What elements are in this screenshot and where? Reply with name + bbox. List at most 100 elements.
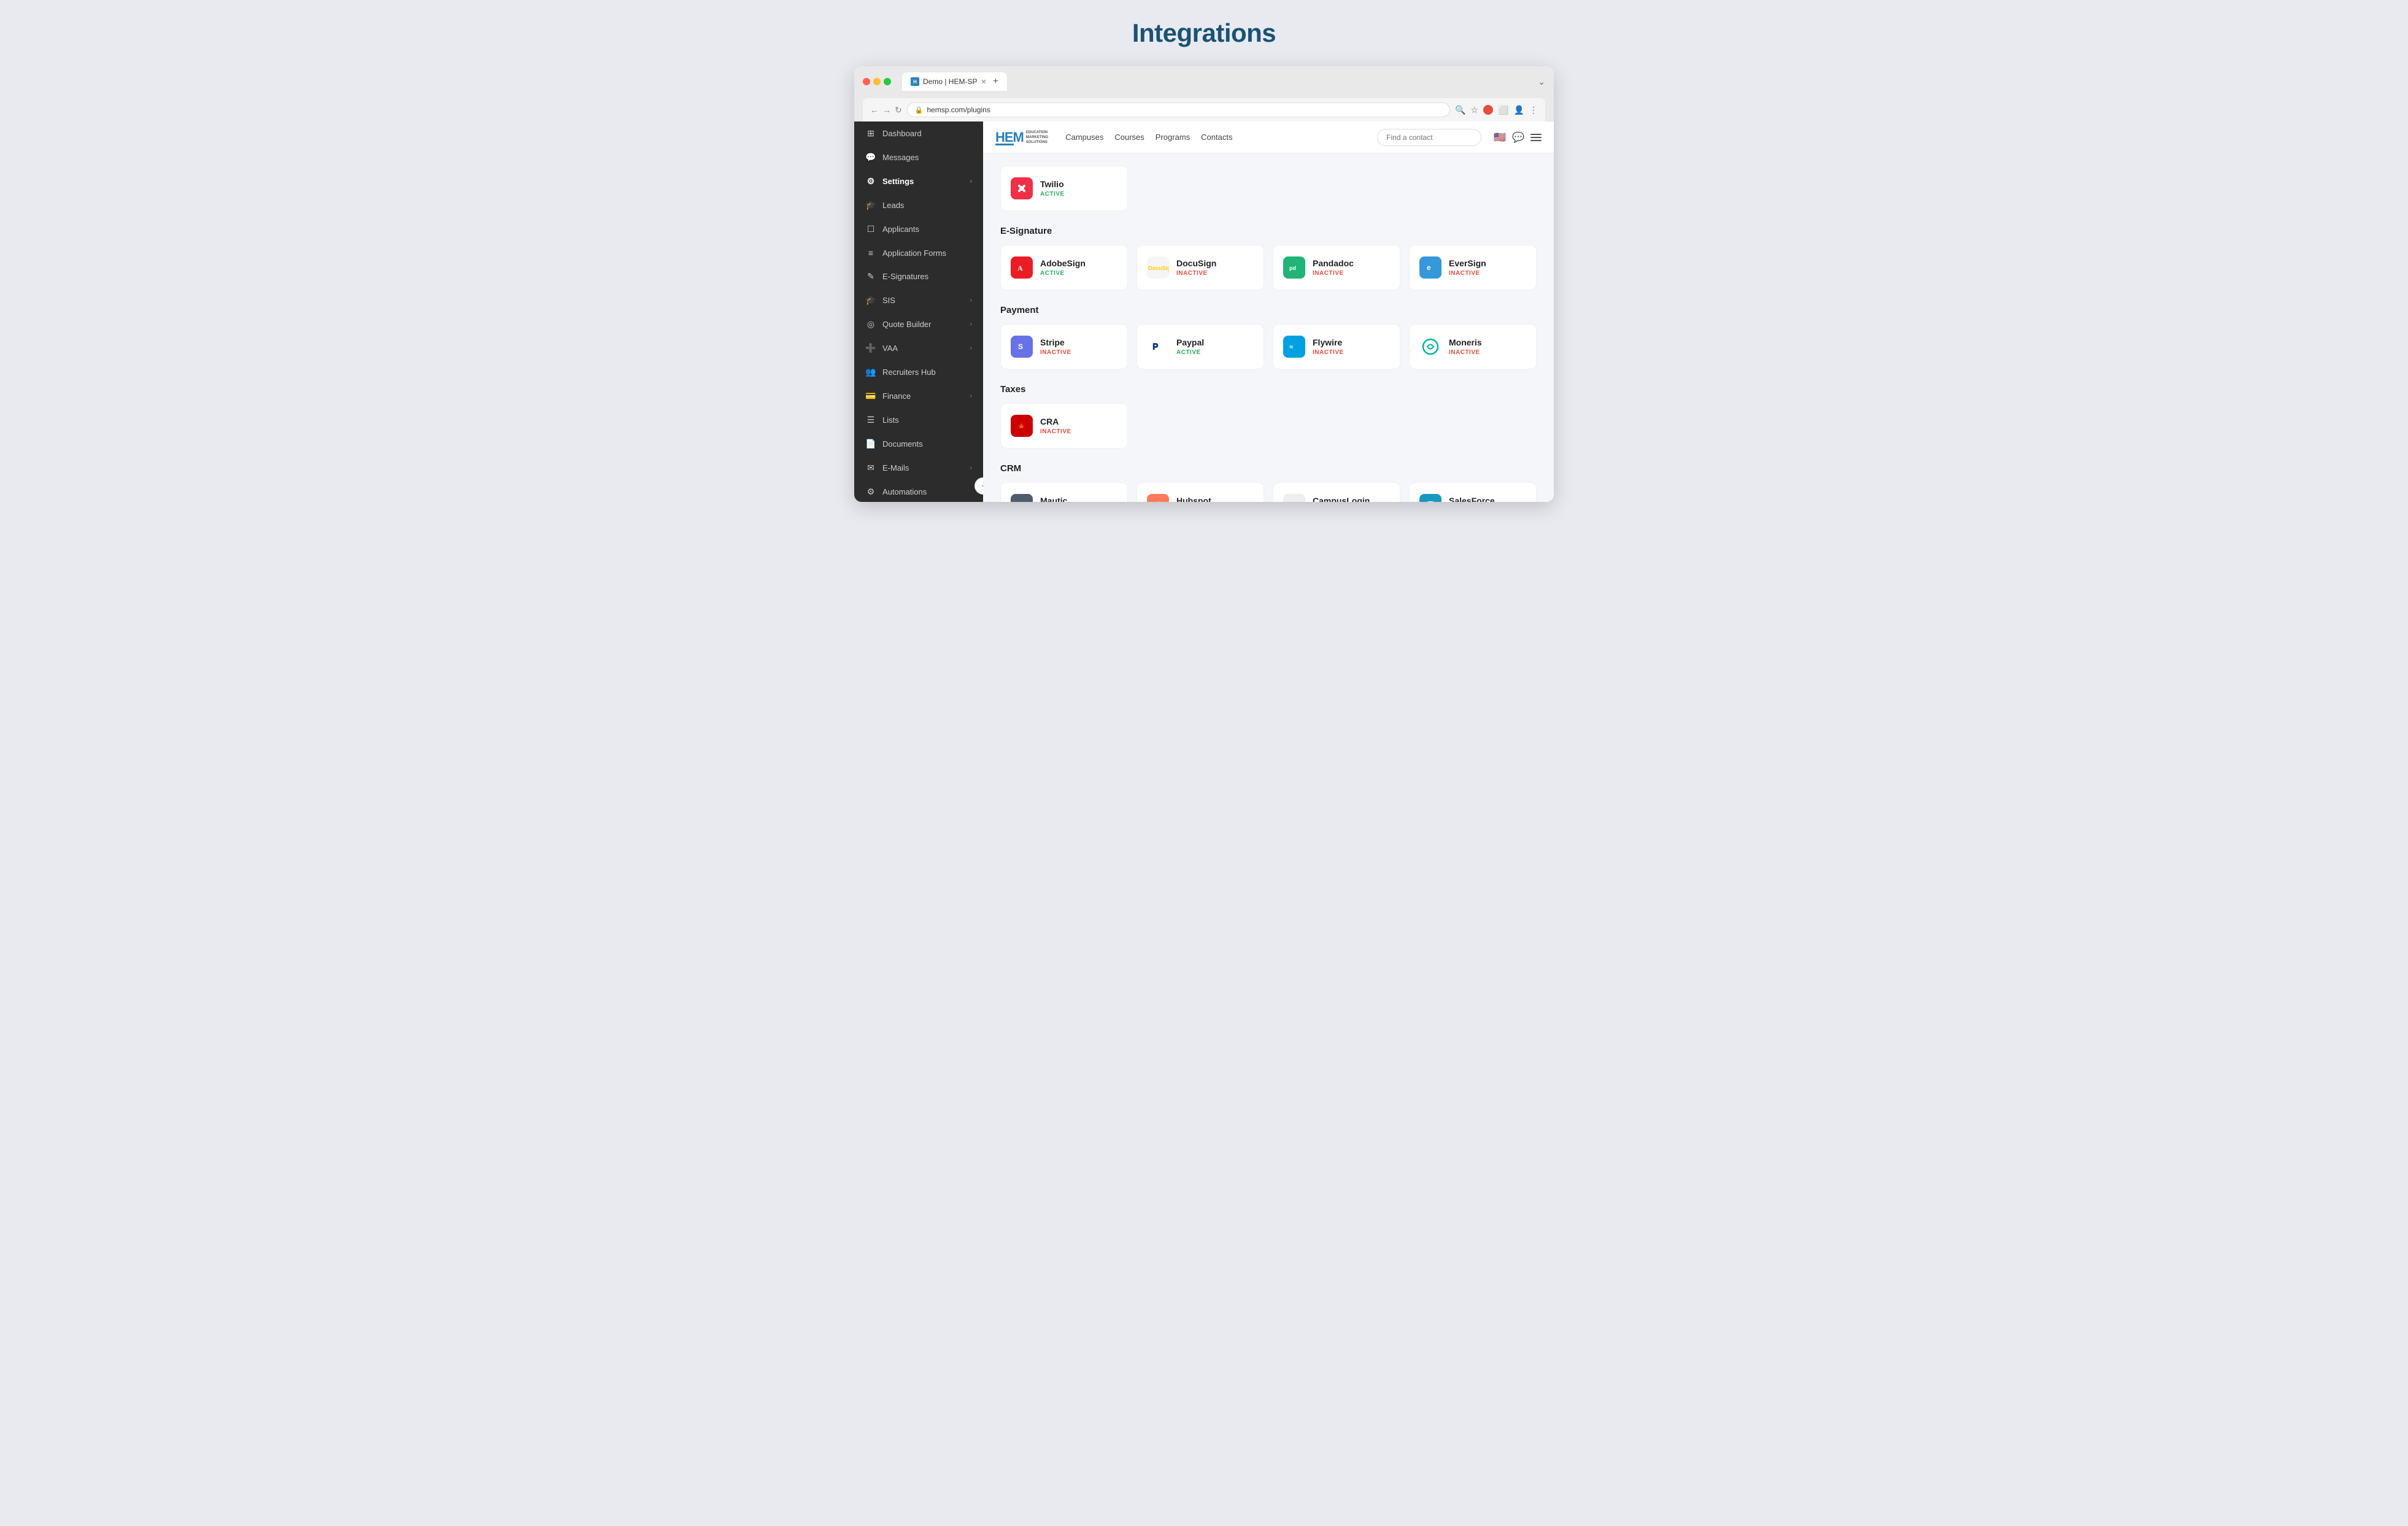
docusign-info: DocuSign INACTIVE: [1176, 258, 1216, 277]
refresh-button[interactable]: ↻: [895, 105, 902, 115]
card-docusign[interactable]: DocuSign DocuSign INACTIVE: [1136, 245, 1264, 290]
sidebar-item-vaa[interactable]: ➕ VAA ›: [854, 336, 983, 360]
card-salesforce[interactable]: SalesForce INACTIVE: [1409, 482, 1537, 502]
card-campuslogin[interactable]: campus CampusLogin INACTIVE: [1273, 482, 1400, 502]
nav-courses[interactable]: Courses: [1114, 133, 1144, 142]
sidebar-item-leads[interactable]: 🎓 Leads: [854, 193, 983, 217]
sidebar-label-vaa: VAA: [882, 344, 898, 353]
sidebar-item-application-forms[interactable]: ≡ Application Forms: [854, 241, 983, 264]
sidebar-item-e-mails[interactable]: ✉ E-Mails ›: [854, 456, 983, 480]
address-bar[interactable]: 🔒 hemsp.com/plugins: [907, 102, 1450, 117]
moneris-logo: [1419, 336, 1441, 358]
applicants-icon: ☐: [865, 224, 876, 234]
content-area: Twilio ACTIVE E-Signature A: [983, 153, 1554, 502]
paypal-status: ACTIVE: [1176, 349, 1204, 356]
e-mails-arrow: ›: [970, 464, 972, 471]
tab-label: Demo | HEM-SP: [923, 77, 977, 86]
sidebar-item-messages[interactable]: 💬 Messages: [854, 145, 983, 169]
maximize-dot[interactable]: [884, 78, 891, 85]
quote-builder-arrow: ›: [970, 321, 972, 328]
extensions-icon[interactable]: ⬜: [1498, 105, 1508, 115]
chat-icon[interactable]: 💬: [1512, 131, 1524, 144]
adobesign-name: AdobeSign: [1040, 258, 1086, 268]
sidebar-item-finance[interactable]: 💳 Finance ›: [854, 384, 983, 408]
leads-icon: 🎓: [865, 200, 876, 210]
browser-tab[interactable]: H Demo | HEM-SP ✕ +: [902, 72, 1007, 91]
sidebar-item-applicants[interactable]: ☐ Applicants: [854, 217, 983, 241]
sidebar-label-finance: Finance: [882, 391, 911, 401]
sidebar-item-recruiters-hub[interactable]: 👥 Recruiters Hub: [854, 360, 983, 384]
vaa-arrow: ›: [970, 345, 972, 352]
hubspot-logo: [1147, 494, 1169, 502]
hamburger-line-1: [1530, 134, 1542, 135]
campuslogin-name: CampusLogin: [1313, 496, 1370, 502]
sidebar-item-lists[interactable]: ☰ Lists: [854, 408, 983, 432]
svg-text:S: S: [1018, 342, 1023, 351]
back-button[interactable]: ←: [870, 105, 879, 115]
sidebar-item-documents[interactable]: 📄 Documents: [854, 432, 983, 456]
menu-icon[interactable]: ⋮: [1529, 105, 1538, 115]
main-content: HEM EDUCATION MARKETING SOLUTIONS Campus…: [983, 121, 1554, 502]
sidebar-item-quote-builder[interactable]: ◎ Quote Builder ›: [854, 312, 983, 336]
paypal-logo: 𝐏: [1147, 336, 1169, 358]
sidebar-item-dashboard[interactable]: ⊞ Dashboard: [854, 121, 983, 145]
tab-close-button[interactable]: ✕: [981, 78, 986, 86]
forward-button[interactable]: →: [882, 105, 891, 115]
sidebar-label-e-mails: E-Mails: [882, 463, 909, 472]
new-tab-button[interactable]: +: [993, 76, 998, 87]
card-pandadoc[interactable]: pd Pandadoc INACTIVE: [1273, 245, 1400, 290]
sidebar-item-settings[interactable]: ⚙ Settings ›: [854, 169, 983, 193]
adobesign-logo: A: [1011, 256, 1033, 279]
svg-text:≈: ≈: [1289, 344, 1293, 351]
sidebar-item-automations[interactable]: ⚙ Automations: [854, 480, 983, 502]
card-hubspot[interactable]: Hubspot INACTIVE: [1136, 482, 1264, 502]
bookmark-icon[interactable]: ☆: [1471, 105, 1479, 115]
sidebar-label-sis: SIS: [882, 296, 895, 305]
sidebar-item-sis[interactable]: 🎓 SIS ›: [854, 288, 983, 312]
dashboard-icon: ⊞: [865, 128, 876, 139]
payment-cards-grid: S Stripe INACTIVE 𝐏: [1000, 324, 1537, 369]
browser-more-button[interactable]: ⌄: [1538, 77, 1545, 87]
e-signatures-icon: ✎: [865, 271, 876, 282]
hamburger-button[interactable]: [1530, 134, 1542, 141]
top-nav: HEM EDUCATION MARKETING SOLUTIONS Campus…: [983, 121, 1554, 153]
card-stripe[interactable]: S Stripe INACTIVE: [1000, 324, 1128, 369]
card-twilio[interactable]: Twilio ACTIVE: [1000, 166, 1128, 211]
url-text: hemsp.com/plugins: [927, 106, 990, 114]
taxes-section: Taxes 🍁 CRA INACTIVE: [1000, 384, 1537, 449]
profile-icon[interactable]: 👤: [1514, 105, 1524, 115]
sidebar-label-e-signatures: E-Signatures: [882, 272, 928, 281]
nav-campuses[interactable]: Campuses: [1065, 133, 1103, 142]
twilio-name: Twilio: [1040, 179, 1065, 189]
application-forms-icon: ≡: [865, 248, 876, 258]
crm-cards-grid: m Mautic ACTIVE: [1000, 482, 1537, 502]
card-moneris[interactable]: Moneris INACTIVE: [1409, 324, 1537, 369]
card-adobesign[interactable]: A AdobeSign ACTIVE: [1000, 245, 1128, 290]
card-eversign[interactable]: e EverSign INACTIVE: [1409, 245, 1537, 290]
sidebar-item-e-signatures[interactable]: ✎ E-Signatures: [854, 264, 983, 288]
search-icon[interactable]: 🔍: [1455, 105, 1465, 115]
card-mautic[interactable]: m Mautic ACTIVE: [1000, 482, 1128, 502]
pandadoc-status: INACTIVE: [1313, 270, 1354, 277]
hamburger-line-2: [1530, 137, 1542, 138]
twilio-status: ACTIVE: [1040, 191, 1065, 198]
cra-info: CRA INACTIVE: [1040, 417, 1071, 435]
crm-title: CRM: [1000, 463, 1537, 474]
payment-section: Payment S Stripe INACTIVE: [1000, 305, 1537, 369]
close-dot[interactable]: [863, 78, 870, 85]
find-contact-input[interactable]: [1377, 129, 1481, 146]
paypal-name: Paypal: [1176, 337, 1204, 347]
eversign-info: EverSign INACTIVE: [1449, 258, 1486, 277]
automations-icon: ⚙: [865, 487, 876, 497]
browser-avatar: [1483, 105, 1493, 115]
card-paypal[interactable]: 𝐏 Paypal ACTIVE: [1136, 324, 1264, 369]
sidebar-label-messages: Messages: [882, 153, 919, 162]
card-flywire[interactable]: ≈ Flywire INACTIVE: [1273, 324, 1400, 369]
language-flag[interactable]: 🇺🇸: [1494, 131, 1506, 144]
card-cra[interactable]: 🍁 CRA INACTIVE: [1000, 403, 1128, 449]
minimize-dot[interactable]: [873, 78, 881, 85]
taxes-cards-grid: 🍁 CRA INACTIVE: [1000, 403, 1537, 449]
twilio-cards-grid: Twilio ACTIVE: [1000, 166, 1537, 211]
nav-programs[interactable]: Programs: [1156, 133, 1190, 142]
nav-contacts[interactable]: Contacts: [1201, 133, 1232, 142]
